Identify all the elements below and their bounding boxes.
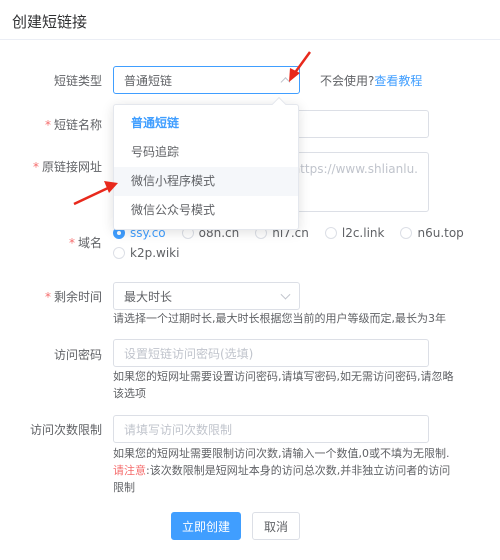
tutorial-link[interactable]: 查看教程 [374,74,422,88]
domain-label: * 域名 [68,236,102,250]
dropdown-item-wechat-official[interactable]: 微信公众号模式 [114,196,298,225]
domain-radio-n6u[interactable]: n6u.top [400,226,464,240]
annotation-arrow-icon [73,181,118,206]
chevron-down-icon [280,289,291,300]
password-input[interactable]: 设置短链访问密码(选填) [113,339,429,367]
chevron-up-icon [280,77,291,88]
domain-radio-group-row2: k2p.wiki [113,246,195,260]
url-label: * 原链接网址 [32,160,102,174]
dialog-header: 创建短链接 [0,0,500,40]
expiry-label: * 剩余时间 [44,290,102,304]
help-link: 不会使用?查看教程 [320,74,423,88]
limit-placeholder: 请填写访问次数限制 [124,422,233,437]
password-placeholder: 设置短链访问密码(选填) [124,346,254,361]
limit-label: 访问次数限制 [29,423,102,437]
expiry-select[interactable]: 最大时长 [113,282,300,310]
dropdown-item-phone-tracking[interactable]: 号码追踪 [114,138,298,167]
expiry-hint: 请选择一个过期时长,最大时长根据您当前的用户等级而定,最长为3年 [113,312,446,325]
type-label: 短链类型 [53,74,102,88]
type-dropdown: 普通短链 号码追踪 微信小程序模式 微信公众号模式 [113,96,299,230]
radio-icon [324,227,337,239]
type-select-value: 普通短链 [124,73,173,88]
submit-button[interactable]: 立即创建 [171,512,241,540]
cancel-button[interactable]: 取消 [252,512,300,540]
dialog-title: 创建短链接 [12,13,88,31]
name-label: * 短链名称 [44,118,102,132]
limit-hint: 如果您的短网址需要限制访问次数,请输入一个数值,0或不填为无限制. 请注意:该次… [113,447,451,494]
dropdown-item-normal[interactable]: 普通短链 [114,109,298,138]
radio-icon [113,247,125,259]
warn-text: 请注意 [113,464,146,477]
limit-input[interactable]: 请填写访问次数限制 [113,415,429,443]
domain-radio-k2p[interactable]: k2p.wiki [113,246,179,260]
type-select[interactable]: 普通短链 [113,66,300,94]
domain-radio-l2c[interactable]: l2c.link [324,226,384,240]
expiry-select-value: 最大时长 [124,289,173,304]
radio-icon [400,227,413,239]
password-hint: 如果您的短网址需要设置访问密码,请填写密码,如无需访问密码,请忽略 该选项 [113,370,454,400]
dropdown-item-wechat-miniprogram[interactable]: 微信小程序模式 [114,167,298,196]
password-label: 访问密码 [53,348,102,362]
